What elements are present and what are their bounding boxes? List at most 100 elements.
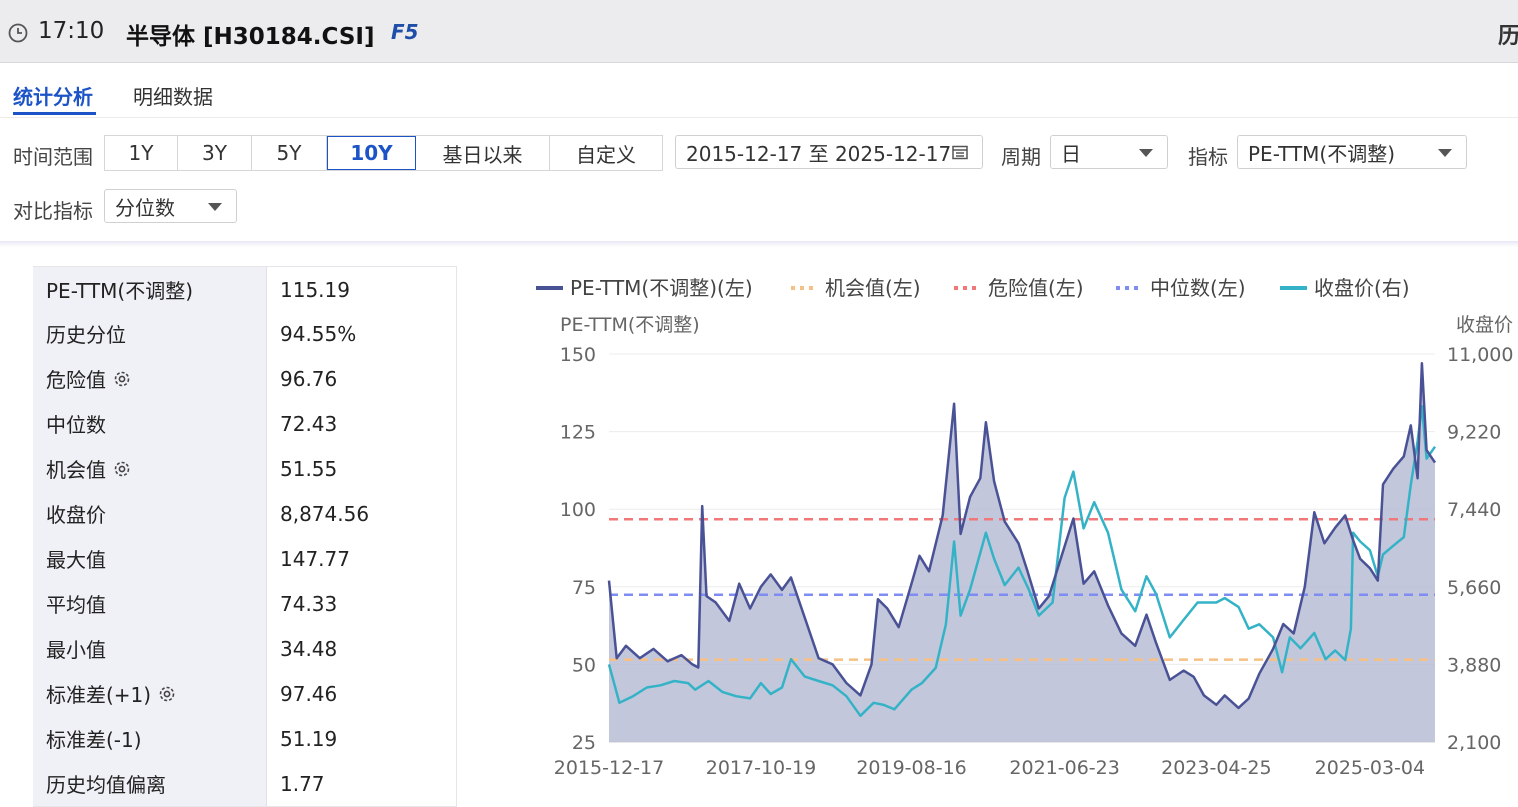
- y-right-tick-label: 11,000: [1447, 344, 1513, 366]
- period-dropdown[interactable]: 日: [1050, 135, 1168, 169]
- y-left-tick-label: 100: [560, 499, 596, 521]
- f5-shortcut-badge[interactable]: F5: [391, 20, 419, 44]
- clock-icon: [8, 23, 28, 43]
- stat-row-danger: 危险值 96.76: [33, 356, 457, 402]
- y-right-tick-label: 7,440: [1447, 499, 1501, 521]
- stat-label: 机会值: [46, 458, 106, 482]
- indicator-label: 指标: [1188, 145, 1228, 169]
- stat-value: 51.19: [280, 726, 338, 751]
- stat-label: 最小值: [46, 638, 106, 662]
- stat-row-mean-deviation: 历史均值偏离 1.77: [33, 761, 457, 807]
- stat-value: 115.19: [280, 277, 350, 302]
- time-range-label: 时间范围: [13, 145, 93, 169]
- x-tick-label: 2021-06-23: [1009, 757, 1119, 779]
- date-range-picker[interactable]: 2015-12-17 至 2025-12-17: [675, 135, 983, 169]
- stat-label: 中位数: [46, 413, 106, 437]
- stat-value: 96.76: [280, 366, 338, 391]
- history-link-truncated[interactable]: 历: [1498, 18, 1518, 50]
- tab-statistics[interactable]: 统计分析: [13, 81, 93, 110]
- gear-icon[interactable]: [157, 684, 177, 704]
- compare-dropdown[interactable]: 分位数: [104, 189, 237, 223]
- y-axis-left-title: PE-TTM(不调整): [560, 314, 700, 336]
- legend-label: 收盘价(右): [1314, 276, 1410, 300]
- stat-row-percentile: 历史分位 94.55%: [33, 311, 457, 357]
- range-5y-button[interactable]: 5Y: [252, 136, 327, 170]
- stat-value: 1.77: [280, 771, 325, 796]
- stat-value: 94.55%: [280, 321, 357, 346]
- legend-label: 中位数(左): [1150, 276, 1246, 300]
- indicator-value: PE-TTM(不调整): [1248, 141, 1396, 166]
- stat-row-median: 中位数 72.43: [33, 401, 457, 447]
- x-tick-label: 2017-10-19: [706, 757, 816, 779]
- stat-value: 147.77: [280, 546, 350, 571]
- stat-value: 72.43: [280, 411, 338, 436]
- x-tick-label: 2023-04-25: [1161, 757, 1271, 779]
- calendar-icon: [952, 145, 968, 160]
- period-label: 周期: [1001, 145, 1041, 169]
- x-tick-label: 2025-03-04: [1315, 757, 1425, 779]
- y-left-tick-label: 75: [572, 577, 596, 599]
- compare-label: 对比指标: [13, 199, 93, 223]
- legend-label: PE-TTM(不调整)(左): [570, 276, 753, 300]
- stat-row-max: 最大值 147.77: [33, 536, 457, 582]
- stat-row-min: 最小值 34.48: [33, 626, 457, 672]
- stat-label: 危险值: [46, 368, 106, 392]
- y-left-tick-label: 25: [572, 732, 596, 754]
- section-divider: [0, 241, 1518, 247]
- range-10y-button[interactable]: 10Y: [327, 136, 416, 170]
- y-right-tick-label: 5,660: [1447, 577, 1501, 599]
- legend-label: 机会值(左): [825, 276, 921, 300]
- stat-label: 平均值: [46, 593, 106, 617]
- y-right-tick-label: 3,880: [1447, 654, 1501, 676]
- stat-value: 97.46: [280, 681, 338, 706]
- y-left-tick-label: 50: [572, 654, 596, 676]
- indicator-dropdown[interactable]: PE-TTM(不调整): [1237, 135, 1467, 169]
- pe-chart: PE-TTM(不调整)(左) 机会值(左) 危险值(左) 中位数(左) 收盘价(右) P…: [536, 276, 1513, 779]
- stat-label: 收盘价: [46, 503, 106, 527]
- range-custom-button[interactable]: 自定义: [550, 136, 662, 170]
- range-3y-button[interactable]: 3Y: [178, 136, 252, 170]
- chevron-down-icon: [1438, 149, 1452, 157]
- stat-label: 历史分位: [46, 323, 126, 347]
- stat-row-std-minus: 标准差(-1) 51.19: [33, 716, 457, 762]
- clock-time: 17:10: [38, 18, 105, 44]
- stat-row-mean: 平均值 74.33: [33, 581, 457, 627]
- chevron-down-icon: [208, 203, 222, 211]
- gear-icon[interactable]: [112, 369, 132, 389]
- y-left-tick-label: 150: [560, 344, 596, 366]
- title-bar: 17:10 半导体 [H30184.CSI] F5 历: [0, 0, 1518, 63]
- tab-bar: 统计分析 明细数据: [0, 63, 1518, 118]
- stat-label: 标准差(-1): [46, 728, 142, 752]
- stat-row-std-plus: 标准差(+1) 97.46: [33, 671, 457, 717]
- stat-row-pe: PE-TTM(不调整) 115.19: [33, 266, 457, 313]
- stat-row-opportunity: 机会值 51.55: [33, 446, 457, 492]
- stat-value: 8,874.56: [280, 501, 370, 526]
- period-value: 日: [1061, 141, 1081, 166]
- date-range-value: 2015-12-17 至 2025-12-17: [686, 141, 952, 166]
- time-range-selector: 1Y 3Y 5Y 10Y 基日以来 自定义: [104, 135, 663, 171]
- stat-value: 51.55: [280, 456, 338, 481]
- security-title: 半导体 [H30184.CSI]: [126, 24, 375, 50]
- x-tick-label: 2015-12-17: [554, 757, 664, 779]
- compare-value: 分位数: [115, 195, 175, 220]
- stat-label: 标准差(+1): [46, 683, 152, 707]
- chart-legend: PE-TTM(不调整)(左) 机会值(左) 危险值(左) 中位数(左) 收盘价(右): [536, 276, 1410, 300]
- y-axis-right-title: 收盘价: [1456, 314, 1513, 336]
- legend-label: 危险值(左): [988, 276, 1084, 300]
- range-1y-button[interactable]: 1Y: [105, 136, 178, 170]
- stat-label: 历史均值偏离: [46, 773, 166, 797]
- stat-label: 最大值: [46, 548, 106, 572]
- stat-value: 74.33: [280, 591, 338, 616]
- active-tab-indicator: [13, 112, 96, 115]
- chevron-down-icon: [1139, 149, 1153, 157]
- range-since-base-button[interactable]: 基日以来: [416, 136, 550, 170]
- x-tick-label: 2019-08-16: [856, 757, 966, 779]
- stat-row-close: 收盘价 8,874.56: [33, 491, 457, 537]
- y-right-tick-label: 9,220: [1447, 422, 1501, 444]
- stat-label: PE-TTM(不调整): [46, 279, 194, 303]
- stat-value: 34.48: [280, 636, 338, 661]
- tab-detail-data[interactable]: 明细数据: [133, 81, 213, 110]
- y-right-tick-label: 2,100: [1447, 732, 1501, 754]
- gear-icon[interactable]: [112, 459, 132, 479]
- y-left-tick-label: 125: [560, 422, 596, 444]
